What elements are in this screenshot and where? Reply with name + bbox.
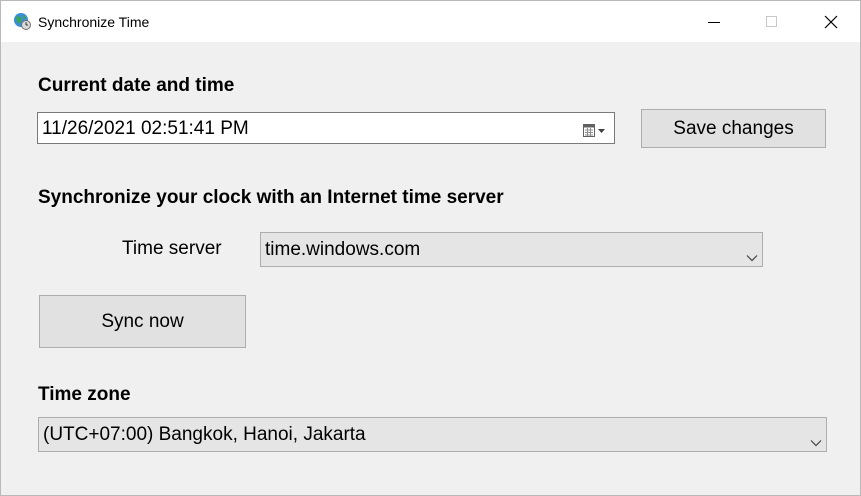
close-icon: [824, 15, 838, 29]
datetime-picker[interactable]: 11/26/2021 02:51:41 PM: [37, 112, 615, 144]
maximize-icon: [766, 16, 777, 27]
title-bar: Synchronize Time: [1, 1, 860, 42]
save-changes-button[interactable]: Save changes: [641, 109, 826, 148]
time-server-select[interactable]: time.windows.com: [260, 232, 763, 267]
minimize-icon: [708, 22, 720, 23]
time-zone-value: (UTC+07:00) Bangkok, Hanoi, Jakarta: [43, 424, 366, 445]
time-zone-heading: Time zone: [38, 384, 131, 405]
minimize-button[interactable]: [686, 1, 744, 42]
chevron-down-icon: [746, 246, 758, 268]
calendar-dropdown-icon[interactable]: [583, 122, 609, 144]
sync-now-button[interactable]: Sync now: [39, 295, 246, 348]
synchronize-time-window: Synchronize Time Current date and time 1…: [0, 0, 861, 496]
globe-clock-icon: [13, 12, 31, 30]
sync-heading: Synchronize your clock with an Internet …: [38, 187, 504, 208]
chevron-down-icon: [810, 431, 822, 453]
window-title: Synchronize Time: [38, 14, 150, 30]
time-server-label: Time server: [122, 238, 222, 259]
maximize-button[interactable]: [744, 1, 802, 42]
close-button[interactable]: [802, 1, 860, 42]
time-zone-select[interactable]: (UTC+07:00) Bangkok, Hanoi, Jakarta: [38, 417, 827, 452]
datetime-value: 11/26/2021 02:51:41 PM: [42, 118, 249, 139]
time-server-value: time.windows.com: [265, 239, 421, 260]
current-date-time-heading: Current date and time: [38, 75, 235, 96]
